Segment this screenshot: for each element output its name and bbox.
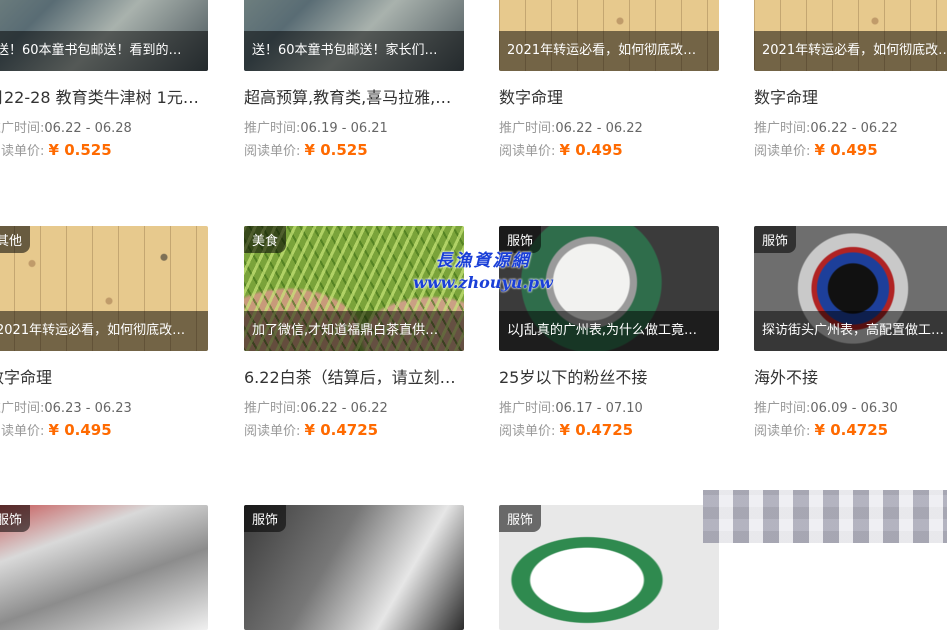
- thumbnail-caption: 探访街头广州表，高配置做工…: [754, 311, 947, 351]
- read-price-label: 阅读单价:: [0, 424, 45, 439]
- promo-time-value: 06.09 - 06.30: [810, 401, 898, 416]
- promo-time-value: 06.19 - 06.21: [300, 121, 388, 136]
- promo-time-label: 推广时间:: [499, 121, 556, 136]
- thumbnail-caption: 以J乱真的广州表,为什么做工竟…: [499, 311, 719, 351]
- category-tag: 服饰: [499, 505, 542, 532]
- promo-time-value: 06.22 - 06.28: [44, 121, 132, 136]
- read-price: 阅读单价: ¥ 0.4725: [499, 420, 719, 439]
- card-thumbnail[interactable]: 服饰 探访街头广州表，高配置做工…: [754, 226, 947, 351]
- thumbnail-caption: 2021年转运必看，如何彻底改…: [754, 31, 947, 71]
- category-tag: 服饰: [244, 505, 287, 532]
- read-price: 阅读单价: ¥ 0.495: [754, 140, 947, 159]
- promo-time: 推广时间:06.23 - 06.23: [0, 397, 208, 416]
- card-title[interactable]: 数字命理: [499, 84, 719, 108]
- read-price-label: 阅读单价:: [499, 144, 556, 159]
- read-price-value: ¥ 0.4725: [814, 421, 889, 439]
- card-title[interactable]: 月22-28 教育类牛津树 1元…: [0, 84, 208, 108]
- read-price-value: ¥ 0.495: [48, 421, 112, 439]
- read-price-value: ¥ 0.4725: [304, 421, 379, 439]
- read-price: 阅读单价: ¥ 0.495: [0, 420, 208, 439]
- promo-time: 推广时间:06.22 - 06.22: [499, 117, 719, 136]
- promo-time-label: 推广时间:: [499, 401, 556, 416]
- promo-time: 推广时间:06.22 - 06.22: [754, 117, 947, 136]
- thumbnail-caption: 2021年转运必看，如何彻底改…: [0, 311, 208, 351]
- read-price-label: 阅读单价:: [0, 144, 45, 159]
- promo-time-label: 推广时间:: [0, 401, 45, 416]
- read-price: 阅读单价: ¥ 0.4725: [754, 420, 947, 439]
- thumbnail-image: [0, 505, 208, 630]
- category-tag: 服饰: [499, 226, 542, 253]
- promo-time-label: 推广时间:: [754, 401, 811, 416]
- card-thumbnail[interactable]: 其他 2021年转运必看，如何彻底改…: [0, 226, 208, 351]
- read-price-label: 阅读单价:: [244, 424, 301, 439]
- card-title[interactable]: 25岁以下的粉丝不接: [499, 364, 719, 388]
- promo-time-value: 06.22 - 06.22: [810, 121, 898, 136]
- read-price-value: ¥ 0.525: [48, 141, 112, 159]
- read-price-value: ¥ 0.495: [814, 141, 878, 159]
- read-price-label: 阅读单价:: [244, 144, 301, 159]
- read-price: 阅读单价: ¥ 0.525: [0, 140, 208, 159]
- card-thumbnail[interactable]: 送！60本童书包邮送！家长们…: [244, 0, 464, 71]
- card-thumbnail[interactable]: 服饰: [0, 505, 208, 630]
- promo-time-value: 06.17 - 07.10: [555, 401, 643, 416]
- read-price-label: 阅读单价:: [754, 144, 811, 159]
- promo-time-label: 推广时间:: [244, 401, 301, 416]
- read-price-value: ¥ 0.525: [304, 141, 368, 159]
- card-thumbnail[interactable]: 美食 加了微信,才知道福鼎白茶直供…: [244, 226, 464, 351]
- card-title[interactable]: 海外不接: [754, 364, 947, 388]
- promo-time: 推广时间:06.17 - 07.10: [499, 397, 719, 416]
- thumbnail-caption: 加了微信,才知道福鼎白茶直供…: [244, 311, 464, 351]
- thumbnail-caption: 2021年转运必看，如何彻底改…: [499, 31, 719, 71]
- card-thumbnail[interactable]: 送！60本童书包邮送！看到的…: [0, 0, 208, 71]
- card-thumbnail[interactable]: 2021年转运必看，如何彻底改…: [499, 0, 719, 71]
- mosaic-blur-overlay: [703, 490, 947, 543]
- promo-time-value: 06.23 - 06.23: [44, 401, 132, 416]
- category-tag: 美食: [244, 226, 287, 253]
- card-title[interactable]: 超高预算,教育类,喜马拉雅,牛…: [244, 84, 464, 108]
- category-tag: 服饰: [754, 226, 797, 253]
- thumbnail-caption: 送！60本童书包邮送！家长们…: [244, 31, 464, 71]
- category-tag: 服饰: [0, 505, 31, 532]
- promo-time-value: 06.22 - 06.22: [300, 401, 388, 416]
- promo-time: 推广时间:06.22 - 06.22: [244, 397, 464, 416]
- card-title[interactable]: 数字命理: [754, 84, 947, 108]
- thumbnail-caption: 送！60本童书包邮送！看到的…: [0, 31, 208, 71]
- promo-time-label: 推广时间:: [754, 121, 811, 136]
- read-price: 阅读单价: ¥ 0.495: [499, 140, 719, 159]
- card-thumbnail[interactable]: 服饰 以J乱真的广州表,为什么做工竟…: [499, 226, 719, 351]
- promo-time: 推广时间:06.22 - 06.28: [0, 117, 208, 136]
- card-title[interactable]: 数字命理: [0, 364, 208, 388]
- card-thumbnail[interactable]: 服饰: [244, 505, 464, 630]
- card-thumbnail[interactable]: 2021年转运必看，如何彻底改…: [754, 0, 947, 71]
- promo-time-label: 推广时间:: [244, 121, 301, 136]
- card-title[interactable]: 6.22白茶（结算后，请立刻…: [244, 364, 464, 388]
- read-price-value: ¥ 0.4725: [559, 421, 634, 439]
- promo-time-value: 06.22 - 06.22: [555, 121, 643, 136]
- card-thumbnail[interactable]: 服饰: [499, 505, 719, 630]
- read-price-label: 阅读单价:: [499, 424, 556, 439]
- read-price: 阅读单价: ¥ 0.4725: [244, 420, 464, 439]
- read-price: 阅读单价: ¥ 0.525: [244, 140, 464, 159]
- promo-time-label: 推广时间:: [0, 121, 45, 136]
- promo-time: 推广时间:06.19 - 06.21: [244, 117, 464, 136]
- promo-time: 推广时间:06.09 - 06.30: [754, 397, 947, 416]
- category-tag: 其他: [0, 226, 31, 253]
- read-price-value: ¥ 0.495: [559, 141, 623, 159]
- read-price-label: 阅读单价:: [754, 424, 811, 439]
